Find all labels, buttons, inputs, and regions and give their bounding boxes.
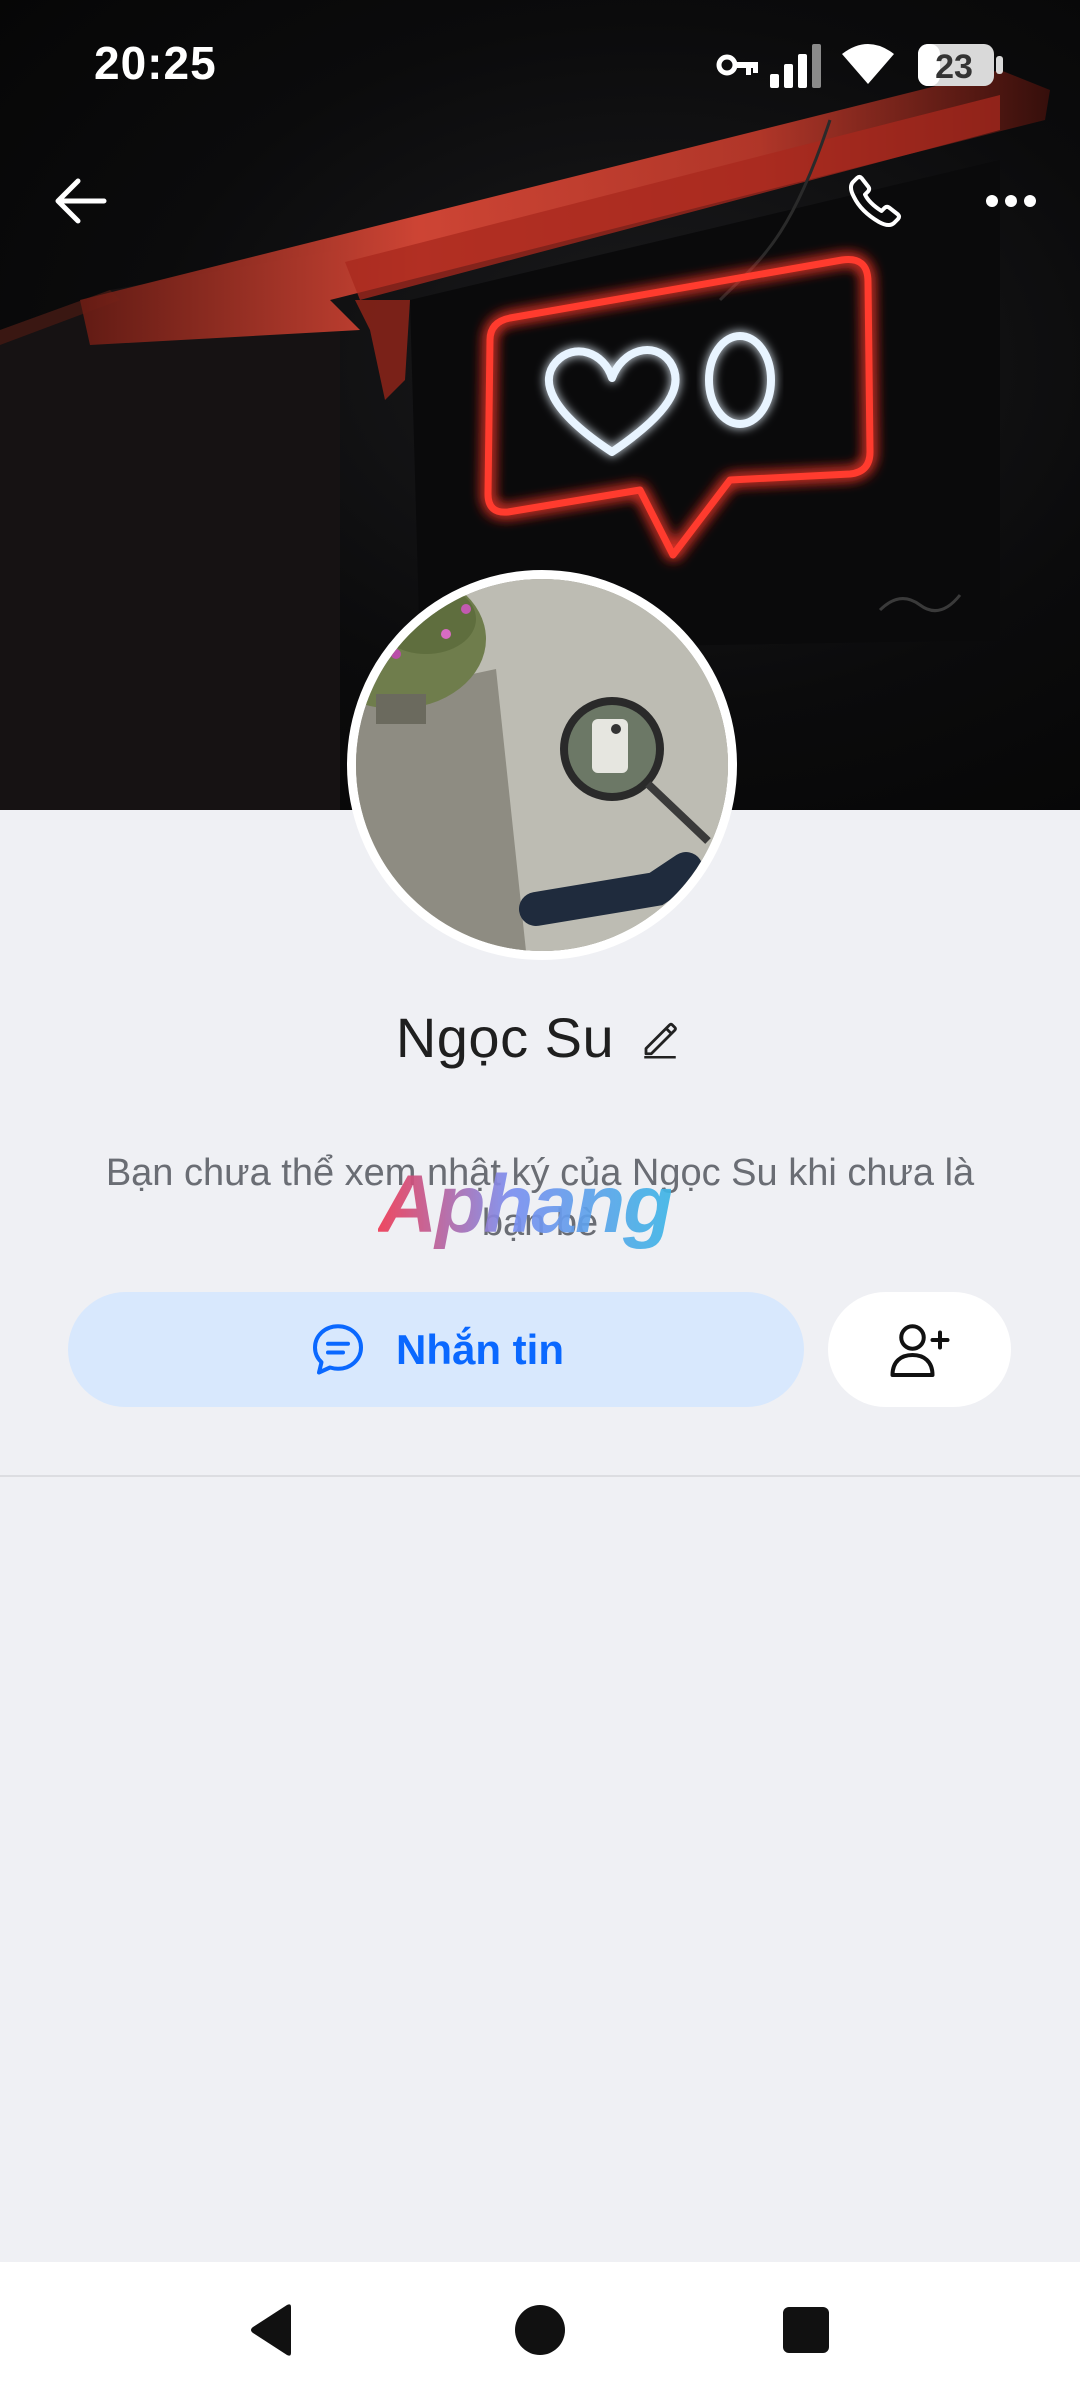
system-back-button[interactable] bbox=[232, 2290, 312, 2370]
avatar-photo bbox=[356, 579, 728, 951]
edit-name-button[interactable] bbox=[636, 1014, 684, 1062]
battery-icon: 23 bbox=[916, 42, 1006, 88]
section-divider bbox=[0, 1475, 1080, 1477]
system-home-button[interactable] bbox=[500, 2290, 580, 2370]
add-friend-button[interactable] bbox=[828, 1292, 1011, 1407]
status-time: 20:25 bbox=[94, 37, 217, 89]
back-arrow-icon bbox=[55, 178, 107, 224]
back-button[interactable] bbox=[35, 156, 125, 246]
home-circle-icon bbox=[515, 2305, 565, 2355]
status-icons: 23 bbox=[716, 40, 1016, 92]
status-bar: 20:25 23 bbox=[0, 0, 1080, 130]
back-triangle-icon bbox=[251, 2304, 291, 2356]
message-button-label: Nhắn tin bbox=[396, 1325, 564, 1373]
pencil-icon bbox=[644, 1022, 678, 1058]
signal-icon bbox=[770, 44, 821, 88]
recents-square-icon bbox=[783, 2307, 829, 2353]
wifi-icon bbox=[842, 44, 894, 84]
watermark: Aphang bbox=[378, 1159, 673, 1250]
profile-name: Ngọc Su bbox=[395, 1006, 615, 1069]
add-friend-icon bbox=[890, 1323, 949, 1377]
battery-level: 23 bbox=[935, 48, 973, 86]
chat-bubble-icon bbox=[313, 1323, 363, 1374]
message-button[interactable]: Nhắn tin bbox=[68, 1292, 804, 1407]
name-row: Ngọc Su bbox=[0, 1005, 1080, 1070]
system-recents-button[interactable] bbox=[766, 2290, 846, 2370]
call-button[interactable] bbox=[830, 156, 920, 246]
more-options-button[interactable] bbox=[966, 156, 1056, 246]
phone-icon bbox=[849, 175, 901, 227]
system-nav-bar bbox=[0, 2262, 1080, 2400]
more-dots-icon bbox=[986, 195, 1036, 207]
key-icon bbox=[716, 54, 758, 76]
avatar[interactable] bbox=[347, 570, 737, 960]
